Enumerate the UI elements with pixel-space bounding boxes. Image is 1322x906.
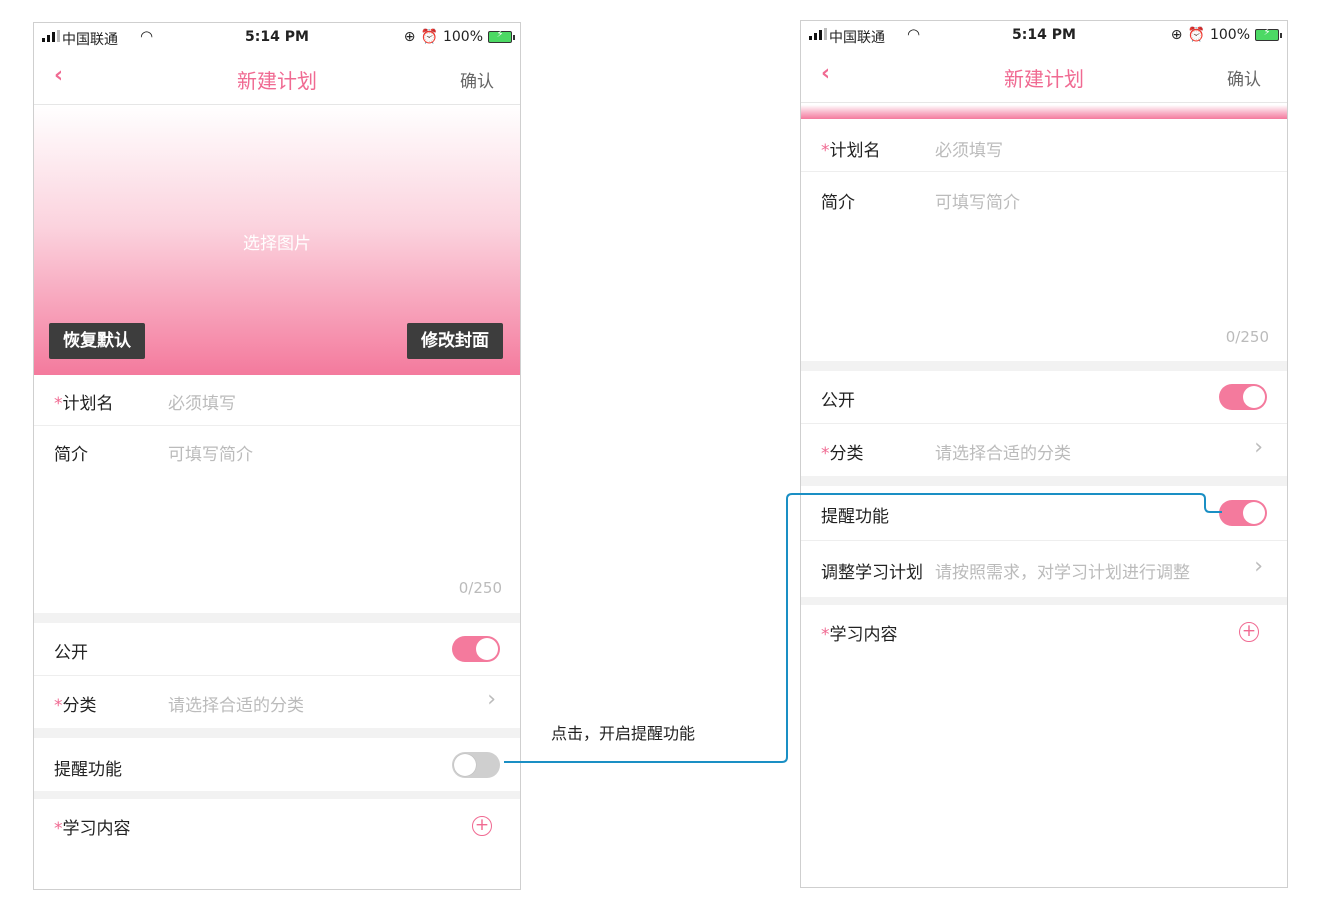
connector-path: [504, 493, 1222, 763]
connector-line: [504, 493, 1222, 763]
